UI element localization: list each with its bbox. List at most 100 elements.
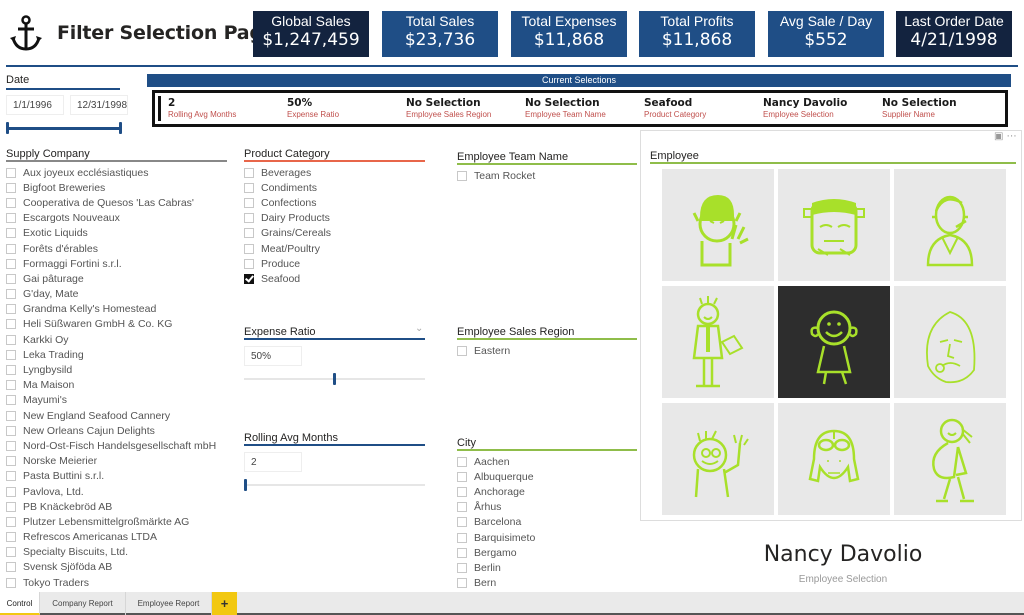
list-item[interactable]: Norske Meierier — [6, 454, 231, 469]
list-item[interactable]: Condiments — [244, 180, 424, 195]
checkbox[interactable] — [457, 578, 467, 589]
checkbox[interactable] — [244, 197, 254, 208]
employee-tile[interactable] — [662, 403, 774, 515]
checkbox[interactable] — [6, 213, 16, 224]
checkbox[interactable] — [6, 380, 16, 391]
list-item[interactable]: Århus — [457, 500, 637, 515]
date-start-handle[interactable] — [6, 122, 9, 134]
list-item[interactable]: Leka Trading — [6, 347, 231, 362]
date-start-input[interactable]: 1/1/1996 — [6, 95, 64, 115]
employee-tile[interactable] — [662, 286, 774, 398]
list-item[interactable]: Karkki Oy — [6, 332, 231, 347]
rolling-avg-input[interactable]: 2 — [244, 452, 302, 472]
list-item[interactable]: Exotic Liquids — [6, 226, 231, 241]
checkbox[interactable] — [6, 471, 16, 482]
checkbox-checked[interactable] — [244, 273, 254, 284]
checkbox[interactable] — [6, 182, 16, 193]
expense-ratio-input[interactable]: 50% — [244, 346, 302, 366]
checkbox[interactable] — [457, 532, 467, 543]
focus-mode-icon[interactable]: ▣ — [994, 131, 1003, 142]
list-item[interactable]: Tokyo Traders — [6, 575, 231, 590]
checkbox[interactable] — [6, 304, 16, 315]
list-item[interactable]: G'day, Mate — [6, 287, 231, 302]
employee-tile[interactable] — [778, 169, 890, 281]
list-item[interactable]: Grains/Cereals — [244, 226, 424, 241]
checkbox[interactable] — [6, 395, 16, 406]
checkbox[interactable] — [457, 517, 467, 528]
checkbox[interactable] — [6, 273, 16, 284]
checkbox[interactable] — [6, 197, 16, 208]
checkbox[interactable] — [6, 501, 16, 512]
list-item[interactable]: Anchorage — [457, 484, 637, 499]
list-item[interactable]: Bigfoot Breweries — [6, 180, 231, 195]
more-options-icon[interactable]: ⋯ — [1007, 131, 1017, 142]
employee-tile-selected[interactable] — [778, 286, 890, 398]
checkbox[interactable] — [6, 289, 16, 300]
checkbox[interactable] — [457, 170, 467, 181]
list-item[interactable]: Specialty Biscuits, Ltd. — [6, 545, 231, 560]
checkbox[interactable] — [244, 243, 254, 254]
checkbox[interactable] — [6, 562, 16, 573]
checkbox[interactable] — [6, 440, 16, 451]
list-item[interactable]: Bergamo — [457, 545, 637, 560]
checkbox[interactable] — [6, 334, 16, 345]
checkbox[interactable] — [457, 502, 467, 513]
list-item[interactable]: Eastern — [457, 343, 637, 358]
checkbox[interactable] — [244, 258, 254, 269]
list-item[interactable]: Pavlova, Ltd. — [6, 484, 231, 499]
list-item[interactable]: Albuquerque — [457, 469, 637, 484]
tab-employee-report[interactable]: Employee Report — [126, 592, 212, 615]
employee-tile[interactable] — [894, 403, 1006, 515]
list-item[interactable]: Team Rocket — [457, 168, 637, 183]
tab-company-report[interactable]: Company Report — [40, 592, 126, 615]
checkbox[interactable] — [244, 228, 254, 239]
list-item[interactable]: Cooperativa de Quesos 'Las Cabras' — [6, 195, 231, 210]
checkbox[interactable] — [244, 182, 254, 193]
employee-tile[interactable] — [778, 403, 890, 515]
list-item[interactable]: Lyngbysild — [6, 362, 231, 377]
employee-tile[interactable] — [894, 286, 1006, 398]
list-item[interactable]: Heli Süßwaren GmbH & Co. KG — [6, 317, 231, 332]
list-item[interactable]: Beverages — [244, 165, 424, 180]
date-range-slider[interactable] — [7, 127, 121, 130]
checkbox[interactable] — [457, 547, 467, 558]
list-item[interactable]: New England Seafood Cannery — [6, 408, 231, 423]
list-item[interactable]: Barquisimeto — [457, 530, 637, 545]
list-item[interactable]: Nord-Ost-Fisch Handelsgesellschaft mbH — [6, 438, 231, 453]
checkbox[interactable] — [457, 486, 467, 497]
list-item[interactable]: Seafood — [244, 271, 424, 286]
list-item[interactable]: Aux joyeux ecclésiastiques — [6, 165, 231, 180]
checkbox[interactable] — [6, 349, 16, 360]
list-item[interactable]: Confections — [244, 195, 424, 210]
checkbox[interactable] — [6, 365, 16, 376]
checkbox[interactable] — [6, 532, 16, 543]
employee-tile[interactable] — [662, 169, 774, 281]
list-item[interactable]: Produce — [244, 256, 424, 271]
date-end-input[interactable]: 12/31/1998 — [70, 95, 128, 115]
list-item[interactable]: Forêts d'érables — [6, 241, 231, 256]
checkbox[interactable] — [6, 425, 16, 436]
checkbox[interactable] — [457, 471, 467, 482]
checkbox[interactable] — [6, 456, 16, 467]
checkbox[interactable] — [6, 243, 16, 254]
checkbox[interactable] — [6, 410, 16, 421]
list-item[interactable]: Gai pâturage — [6, 271, 231, 286]
list-item[interactable]: Meat/Poultry — [244, 241, 424, 256]
list-item[interactable]: PB Knäckebröd AB — [6, 499, 231, 514]
checkbox[interactable] — [457, 456, 467, 467]
checkbox[interactable] — [6, 486, 16, 497]
list-item[interactable]: Mayumi's — [6, 393, 231, 408]
employee-tile[interactable] — [894, 169, 1006, 281]
chevron-down-icon[interactable]: ⌄ — [415, 323, 423, 334]
list-item[interactable]: Refrescos Americanas LTDA — [6, 530, 231, 545]
checkbox[interactable] — [457, 345, 467, 356]
checkbox[interactable] — [244, 167, 254, 178]
checkbox[interactable] — [6, 258, 16, 269]
list-item[interactable]: Aachen — [457, 454, 637, 469]
checkbox[interactable] — [6, 167, 16, 178]
list-item[interactable]: Ma Maison — [6, 378, 231, 393]
list-item[interactable]: Plutzer Lebensmittelgroßmärkte AG — [6, 514, 231, 529]
checkbox[interactable] — [6, 516, 16, 527]
list-item[interactable]: Escargots Nouveaux — [6, 211, 231, 226]
list-item[interactable]: Berlin — [457, 560, 637, 575]
